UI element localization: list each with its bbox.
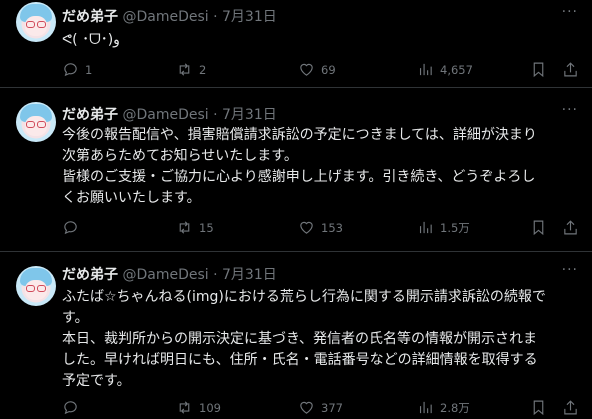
like-button[interactable]: 69 bbox=[298, 61, 336, 78]
views-icon bbox=[419, 401, 432, 414]
avatar[interactable] bbox=[16, 2, 56, 42]
share-icon bbox=[564, 62, 577, 77]
more-options-icon[interactable]: ··· bbox=[562, 102, 578, 118]
retweet-icon bbox=[179, 63, 190, 76]
views-button[interactable]: 4,657 bbox=[417, 61, 473, 78]
bookmark-icon bbox=[533, 220, 544, 236]
tweet-line: ふたば☆ちゃんねる(img)における荒らし行為に関する開示請求訴訟の続報で bbox=[62, 289, 546, 305]
heart-icon bbox=[300, 221, 313, 234]
share-button[interactable] bbox=[562, 219, 585, 236]
like-count: 69 bbox=[321, 62, 336, 77]
views-count: 1.5万 bbox=[440, 220, 470, 235]
action-bar: 15 153 1.5万 bbox=[62, 219, 580, 239]
retweet-button[interactable]: 15 bbox=[176, 219, 214, 236]
tweet-text: ふたば☆ちゃんねる(img)における荒らし行為に関する開示請求訴訟の続報で す。… bbox=[62, 287, 582, 392]
separator-dot: · bbox=[213, 107, 218, 123]
views-button[interactable]: 1.5万 bbox=[417, 219, 470, 236]
share-button[interactable] bbox=[562, 399, 585, 416]
views-icon bbox=[419, 221, 432, 234]
share-icon bbox=[564, 400, 577, 415]
tweet-header: だめ弟子 @DameDesi · 7月31日 bbox=[62, 104, 277, 124]
views-count: 2.8万 bbox=[440, 400, 470, 415]
tweet-line: 本日、裁判所からの開示決定に基づき、発信者の氏名等の情報が開示されま bbox=[62, 331, 538, 347]
action-bar: 1 2 69 4,657 bbox=[62, 61, 580, 81]
author-handle[interactable]: @DameDesi bbox=[122, 9, 208, 25]
reply-button[interactable]: 1 bbox=[62, 61, 92, 78]
views-icon bbox=[419, 63, 432, 76]
bookmark-icon bbox=[533, 62, 544, 78]
reply-icon bbox=[64, 221, 77, 235]
tweet-line: 次第あらためてお知らせいたします。 bbox=[62, 148, 298, 164]
author-name[interactable]: だめ弟子 bbox=[62, 107, 118, 123]
like-count: 153 bbox=[321, 220, 343, 235]
tweet-line: した。早ければ明日にも、住所・氏名・電話番号などの詳細情報を取得する bbox=[62, 352, 538, 368]
action-bar: 109 377 2.8万 bbox=[62, 399, 580, 419]
tweet[interactable]: だめ弟子 @DameDesi · 7月31日 ··· 今後の報告配信や、損害賠償… bbox=[0, 88, 592, 252]
reply-count: 1 bbox=[85, 62, 93, 77]
retweet-count: 15 bbox=[199, 220, 214, 235]
author-handle[interactable]: @DameDesi bbox=[122, 107, 208, 123]
bookmark-icon bbox=[533, 400, 544, 416]
tweet-date[interactable]: 7月31日 bbox=[222, 9, 277, 25]
retweet-icon bbox=[179, 221, 190, 234]
separator-dot: · bbox=[213, 9, 218, 25]
tweet-date[interactable]: 7月31日 bbox=[222, 107, 277, 123]
retweet-button[interactable]: 2 bbox=[176, 61, 206, 78]
retweet-count: 2 bbox=[199, 62, 207, 77]
more-options-icon[interactable]: ··· bbox=[562, 4, 578, 20]
tweet-line: ᕙ( ･ᗜ･)و bbox=[62, 32, 120, 48]
tweet-date[interactable]: 7月31日 bbox=[222, 267, 277, 283]
reply-icon bbox=[64, 63, 77, 77]
heart-icon bbox=[300, 401, 313, 414]
like-button[interactable]: 153 bbox=[298, 219, 343, 236]
tweet-line: 予定です。 bbox=[62, 373, 131, 389]
tweet[interactable]: だめ弟子 @DameDesi · 7月31日 ··· ᕙ( ･ᗜ･)و 1 2 … bbox=[0, 0, 592, 88]
views-button[interactable]: 2.8万 bbox=[417, 399, 470, 416]
tweet-line: くお願いいたします。 bbox=[62, 190, 201, 206]
tweet-text: 今後の報告配信や、損害賠償請求訴訟の予定につきましては、詳細が決まり 次第あらた… bbox=[62, 125, 582, 209]
tweet-header: だめ弟子 @DameDesi · 7月31日 bbox=[62, 6, 277, 26]
tweet[interactable]: だめ弟子 @DameDesi · 7月31日 ··· ふたば☆ちゃんねる(img… bbox=[0, 252, 592, 417]
tweet-header: だめ弟子 @DameDesi · 7月31日 bbox=[62, 264, 277, 284]
bookmark-button[interactable] bbox=[530, 219, 553, 236]
avatar[interactable] bbox=[16, 266, 56, 306]
bookmark-button[interactable] bbox=[530, 399, 553, 416]
tweet-line: 皆様のご支援・ご協力に心より感謝申し上げます。引き続き、どうぞよろし bbox=[62, 169, 536, 185]
retweet-icon bbox=[179, 401, 190, 414]
like-count: 377 bbox=[321, 400, 343, 415]
reply-button[interactable] bbox=[62, 399, 85, 416]
share-icon bbox=[564, 220, 577, 235]
tweet-text: ᕙ( ･ᗜ･)و bbox=[62, 30, 582, 51]
bookmark-button[interactable] bbox=[530, 61, 553, 78]
author-name[interactable]: だめ弟子 bbox=[62, 9, 118, 25]
separator-dot: · bbox=[213, 267, 218, 283]
author-name[interactable]: だめ弟子 bbox=[62, 267, 118, 283]
reply-icon bbox=[64, 401, 77, 415]
more-options-icon[interactable]: ··· bbox=[562, 262, 578, 278]
views-count: 4,657 bbox=[440, 62, 473, 77]
share-button[interactable] bbox=[562, 61, 585, 78]
retweet-count: 109 bbox=[199, 400, 221, 415]
tweet-line: 今後の報告配信や、損害賠償請求訴訟の予定につきましては、詳細が決まり bbox=[62, 127, 537, 143]
heart-icon bbox=[300, 63, 313, 76]
retweet-button[interactable]: 109 bbox=[176, 399, 221, 416]
tweet-line: す。 bbox=[62, 310, 89, 326]
avatar[interactable] bbox=[16, 102, 56, 142]
author-handle[interactable]: @DameDesi bbox=[122, 267, 208, 283]
like-button[interactable]: 377 bbox=[298, 399, 343, 416]
reply-button[interactable] bbox=[62, 219, 85, 236]
